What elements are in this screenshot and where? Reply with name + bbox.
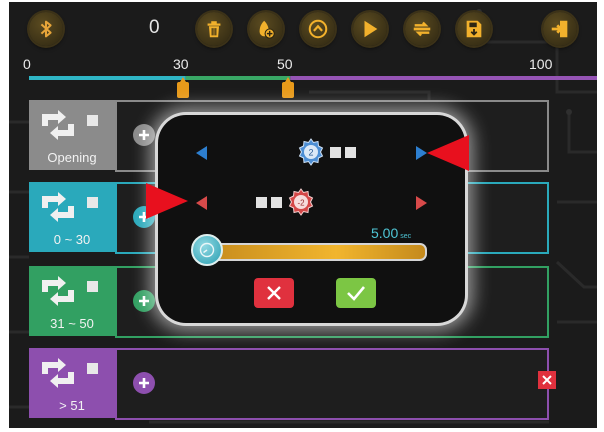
row-label-text: 0 ~ 30	[53, 232, 91, 247]
top-decrement-arrow[interactable]	[196, 146, 207, 160]
plus-icon	[139, 296, 149, 306]
callout-arrow-right	[427, 135, 469, 171]
add-motion-button[interactable]	[133, 290, 155, 312]
loop-icon	[413, 21, 431, 37]
gear-icon: -2	[288, 188, 314, 216]
add-motion-button[interactable]	[133, 124, 155, 146]
save-button[interactable]	[457, 12, 491, 46]
home-icon	[308, 19, 328, 39]
trash-icon	[207, 21, 221, 38]
timeline-tick-100: 100	[529, 56, 553, 72]
row-lane[interactable]	[115, 348, 549, 420]
bottom-increment-arrow[interactable]	[416, 196, 427, 210]
callout-arrow-left	[146, 183, 188, 219]
plus-icon	[139, 378, 149, 388]
gear-slot	[271, 197, 282, 208]
close-icon	[542, 375, 552, 385]
row-label-0-30[interactable]: 0 ~ 30	[29, 182, 115, 252]
sequence-counter: 0	[149, 17, 160, 38]
timeline-marker-30[interactable]	[177, 77, 189, 98]
duration-unit: sec	[400, 233, 412, 240]
save-icon	[466, 20, 482, 38]
timeline-tick-50: 50	[277, 56, 293, 72]
exit-button[interactable]	[543, 12, 577, 46]
close-icon	[267, 286, 281, 300]
row-label-text: Opening	[47, 150, 97, 165]
timeline-tick-0: 0	[23, 56, 31, 72]
motion-editor-dialog: 2 -2 5.00 sec	[158, 115, 465, 323]
row-label-text: > 51	[59, 398, 85, 413]
cancel-button[interactable]	[254, 278, 294, 308]
top-gear-value: 2	[308, 148, 313, 158]
row-label-51[interactable]: > 51	[29, 348, 115, 418]
row-label-opening[interactable]: Opening	[29, 100, 115, 170]
home-position-button[interactable]	[301, 12, 335, 46]
duration-slider-handle[interactable]	[191, 234, 223, 266]
play-button[interactable]	[353, 12, 387, 46]
delete-button[interactable]	[197, 12, 231, 46]
duration-value: 5.00	[371, 225, 399, 241]
bottom-decrement-arrow[interactable]	[196, 196, 207, 210]
add-sequence-button[interactable]	[249, 12, 283, 46]
checkmark-icon	[347, 286, 365, 301]
toolbar: 0	[9, 2, 597, 58]
add-motion-button[interactable]	[133, 372, 155, 394]
duration-slider[interactable]	[201, 243, 427, 261]
gear-icon: 2	[298, 138, 324, 166]
delete-row-button[interactable]	[538, 371, 556, 389]
gear-slot	[256, 197, 267, 208]
sequence-dot	[87, 281, 98, 292]
exit-icon	[551, 20, 568, 38]
sequence-icon	[42, 192, 74, 222]
sequence-dot	[87, 197, 98, 208]
sequence-row-51: > 51	[29, 348, 549, 420]
row-label-text: 31 ~ 50	[50, 316, 94, 331]
gear-slot	[330, 147, 341, 158]
bluetooth-button[interactable]	[29, 12, 63, 46]
add-sequence-icon	[259, 20, 275, 39]
timeline-bar	[29, 76, 597, 80]
bottom-gear-value: -2	[297, 199, 305, 208]
confirm-button[interactable]	[336, 278, 376, 308]
sequence-icon	[42, 110, 74, 140]
timeline-segment	[290, 76, 597, 80]
sequence-icon	[42, 358, 74, 388]
sequence-icon	[42, 276, 74, 306]
duration-readout: 5.00 sec	[371, 225, 411, 241]
timeline-marker-50[interactable]	[282, 77, 294, 98]
timeline-tick-30: 30	[173, 56, 189, 72]
timeline-segment	[185, 76, 291, 80]
sequence-dot	[87, 363, 98, 374]
gear-slot	[345, 147, 356, 158]
timeline-segment	[29, 76, 186, 80]
plus-icon	[139, 130, 149, 140]
sequence-dot	[87, 115, 98, 126]
play-icon	[364, 20, 378, 38]
bluetooth-icon	[40, 20, 52, 38]
row-label-31-50[interactable]: 31 ~ 50	[29, 266, 115, 336]
loop-button[interactable]	[405, 12, 439, 46]
app-window: 0 0 30 50 100 Opening 0 ~ 30 31 ~ 50 > 5…	[9, 2, 597, 428]
clock-icon	[199, 242, 215, 258]
